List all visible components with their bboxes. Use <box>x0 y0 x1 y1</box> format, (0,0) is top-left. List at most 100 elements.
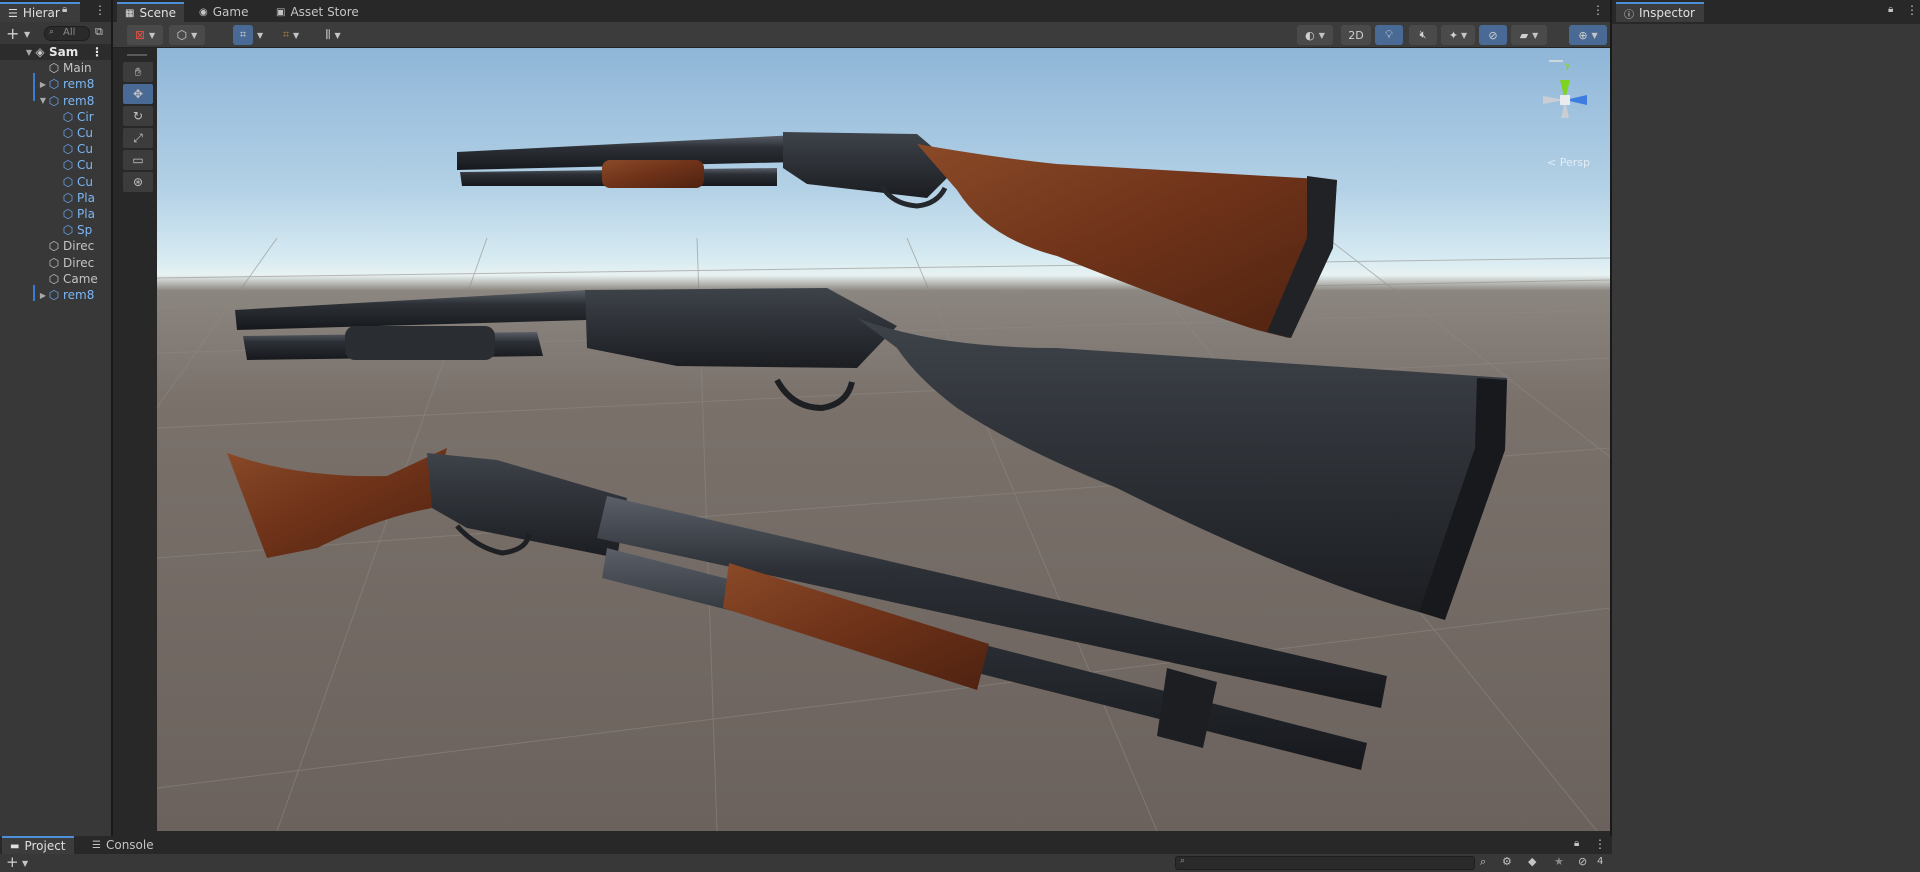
scene-viewport[interactable]: y < Persp <box>157 48 1610 831</box>
hand-tool-button[interactable]: ✋︎ <box>123 62 153 82</box>
perspective-label[interactable]: < Persp <box>1547 156 1590 169</box>
lock-icon[interactable]: 🔒︎ <box>1574 838 1579 849</box>
hierarchy-row[interactable]: ▶ ⬡ rem8 <box>0 287 111 303</box>
kebab-menu-icon[interactable]: ⋮ <box>91 45 103 59</box>
hierarchy-row[interactable]: ⬡ Pla <box>0 190 111 206</box>
project-search-input[interactable]: ⌕ <box>1175 856 1475 870</box>
hierarchy-row-label: rem8 <box>63 288 95 302</box>
effects-button[interactable]: ✦ ▼ <box>1441 25 1475 45</box>
tab-asset-store[interactable]: ▣ Asset Store <box>268 2 367 22</box>
mode-2d-button[interactable]: 2D <box>1341 25 1371 45</box>
scene-visibility-toggle[interactable]: ⊘ <box>1479 25 1507 45</box>
foldout-arrow-icon[interactable]: ▼ <box>38 96 48 105</box>
filter-by-type-icon[interactable]: ⚙︎ <box>1502 855 1512 868</box>
hierarchy-row[interactable]: ⬡ Cu <box>0 157 111 173</box>
hierarchy-row-label: Cu <box>77 158 93 173</box>
tab-project[interactable]: ▬ Project <box>2 836 74 854</box>
tab-console-label: Console <box>105 838 154 852</box>
filter-by-label-icon[interactable]: ◆ <box>1528 855 1536 868</box>
list-icon: ☰ <box>8 6 18 20</box>
add-dropdown-caret-icon[interactable]: ▼ <box>24 30 30 39</box>
hierarchy-row[interactable]: ▼ ⬡ rem8 <box>0 93 111 109</box>
hierarchy-row[interactable]: ⬡ Cu <box>0 125 111 141</box>
kebab-menu-icon[interactable]: ⋮ <box>1906 3 1918 17</box>
favorite-star-icon[interactable]: ★ <box>1554 855 1564 868</box>
tab-hierarchy[interactable]: ☰ Hierar <box>0 2 80 22</box>
prefab-cube-icon: ⬡ <box>62 174 74 189</box>
globe-icon: ⊕ <box>1578 28 1588 42</box>
inspector-tab-label: Inspector <box>1639 6 1695 20</box>
shading-mode-button[interactable]: ◐ ▼ <box>1297 25 1333 45</box>
hierarchy-row[interactable]: ⬡ Direc <box>0 238 111 254</box>
search-by-type-icon[interactable]: ⌕ <box>1480 855 1486 869</box>
search-icon: ⌕ <box>1180 856 1186 866</box>
gizmos-button[interactable]: ⊕ ▼ <box>1569 25 1607 45</box>
kebab-menu-icon[interactable]: ⋮ <box>94 3 106 17</box>
hierarchy-row[interactable]: ⬡ Direc <box>0 255 111 271</box>
camera-settings-button[interactable]: ▰ ▼ <box>1511 25 1547 45</box>
create-asset-button[interactable]: + <box>6 853 19 871</box>
hierarchy-row[interactable]: ⬡ Cir <box>0 109 111 125</box>
inspector-header: ⓘ Inspector 🔒︎ ⋮ <box>1612 0 1920 24</box>
hierarchy-row[interactable]: ⬡ Main <box>0 60 111 76</box>
hierarchy-row-label: Cu <box>77 126 93 140</box>
scene-visibility-icon[interactable]: ⧉ <box>95 25 103 39</box>
eye-slash-icon: ⊘ <box>1488 28 1498 42</box>
chevron-down-icon[interactable]: ▼ <box>22 859 28 868</box>
orientation-button[interactable]: ⬡ ▼ <box>169 25 205 45</box>
tab-project-label: Project <box>24 839 66 853</box>
draw-mode-button[interactable]: ⊠ ▼ <box>127 25 163 45</box>
axis-gizmo-icon <box>1543 80 1587 118</box>
hand-icon: ✋︎ <box>134 64 142 79</box>
speaker-mute-icon: 🔇︎ <box>1419 28 1427 41</box>
hierarchy-row[interactable]: ⬡ Cu <box>0 141 111 157</box>
lock-icon[interactable]: 🔒︎ <box>62 4 67 15</box>
tab-console[interactable]: ☰ Console <box>84 836 162 854</box>
move-tool-button[interactable]: ✥ <box>123 84 153 104</box>
gameobject-cube-icon: ⬡ <box>48 61 60 76</box>
hierarchy-row[interactable]: ⬡ Pla <box>0 206 111 222</box>
hidden-packages-icon[interactable]: ⊘ <box>1578 855 1587 868</box>
tab-scene[interactable]: ▦ Scene <box>117 2 185 22</box>
hierarchy-row[interactable]: ▶ ⬡ rem8 <box>0 76 111 92</box>
transform-tool-button[interactable]: ⊛ <box>123 172 153 192</box>
hierarchy-search-input[interactable]: ⌕ All <box>44 26 90 41</box>
tab-game[interactable]: ◉ Game <box>191 2 256 22</box>
gizmo-drag-handle[interactable] <box>1549 60 1563 62</box>
hierarchy-row-label: Sam <box>49 45 79 59</box>
rect-tool-button[interactable]: ▭ <box>123 150 153 170</box>
overlay-drag-handle[interactable] <box>127 54 147 56</box>
chevron-down-icon: ▼ <box>293 30 300 40</box>
chevron-down-icon: ▼ <box>148 30 156 40</box>
add-object-button[interactable]: + <box>6 24 19 43</box>
gizmo-y-label: y <box>1565 61 1571 71</box>
console-icon: ☰ <box>92 839 101 851</box>
grid-icon: ⌗ <box>239 28 247 41</box>
kebab-menu-icon[interactable]: ⋮ <box>1592 3 1604 17</box>
grid-snap-button[interactable]: ⌗ <box>233 25 253 45</box>
hierarchy-scene-row[interactable]: ▼ ◈ Sam ⋮ <box>0 44 111 60</box>
transform-icon: ⊛ <box>132 175 144 189</box>
hierarchy-row[interactable]: ⬡ Came <box>0 271 111 287</box>
lighting-toggle[interactable]: 💡︎ <box>1375 25 1403 45</box>
scale-tool-button[interactable]: ⤢ <box>123 128 153 148</box>
hierarchy-row-label: Main <box>63 61 92 76</box>
kebab-menu-icon[interactable]: ⋮ <box>1594 837 1606 851</box>
hierarchy-header: ☰ Hierar 🔒︎ ⋮ <box>0 0 111 24</box>
audio-toggle[interactable]: 🔇︎ <box>1409 25 1437 45</box>
orientation-gizmo[interactable]: y < Persp <box>1527 56 1603 169</box>
increment-snap-button[interactable]: ⌗ ▼ <box>273 25 309 45</box>
search-icon: ⌕ <box>49 27 55 37</box>
foldout-arrow-icon[interactable]: ▶ <box>38 80 48 89</box>
align-button[interactable]: ⫼ ▼ <box>315 25 351 45</box>
hierarchy-row[interactable]: ⬡ Sp <box>0 222 111 238</box>
foldout-arrow-icon[interactable]: ▶ <box>38 291 48 300</box>
tab-inspector[interactable]: ⓘ Inspector <box>1616 2 1704 22</box>
rotate-tool-button[interactable]: ↻ <box>123 106 153 126</box>
grid-dropdown-caret-icon[interactable]: ▼ <box>257 31 263 40</box>
hierarchy-tree: ▼ ◈ Sam ⋮ ⬡ Main ▶ ⬡ rem8 ▼ ⬡ rem8 ⬡ Cir ⬡ Cu ⬡ Cu ⬡ Cu ⬡ Cu ⬡… <box>0 44 111 304</box>
foldout-arrow-icon[interactable]: ▼ <box>24 48 34 57</box>
hierarchy-row[interactable]: ⬡ Cu <box>0 174 111 190</box>
lock-icon[interactable]: 🔒︎ <box>1888 4 1893 15</box>
unity-scene-icon: ◈ <box>35 45 45 59</box>
